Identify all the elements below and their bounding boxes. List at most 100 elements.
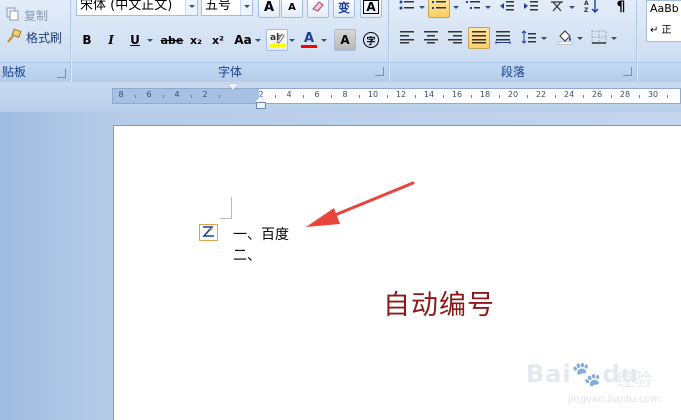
- font-color-dropdown[interactable]: [320, 29, 327, 51]
- ruler-tick: [219, 95, 220, 98]
- align-right-button[interactable]: [444, 27, 466, 49]
- multilevel-list-icon: [465, 0, 481, 16]
- ruler-tick-label: 6: [146, 90, 152, 99]
- styles-gallery-item[interactable]: AaBb ↵ 正: [646, 0, 681, 42]
- distributed-button[interactable]: [492, 27, 514, 49]
- ruler-tick-label: 16: [451, 90, 463, 99]
- ruler-tick-label: 24: [563, 90, 575, 99]
- hanging-indent-marker[interactable]: [255, 96, 266, 109]
- ruler-tick: [555, 95, 556, 98]
- distributed-icon: [495, 30, 511, 47]
- ruler-tick-label: 20: [507, 90, 519, 99]
- ruler-tick: [275, 95, 276, 98]
- multilevel-list-button[interactable]: [462, 0, 484, 18]
- highlight-dropdown[interactable]: [288, 29, 295, 51]
- ruler-tick: [639, 95, 640, 98]
- show-marks-button[interactable]: ¶: [610, 0, 632, 18]
- ruler-tick: [387, 95, 388, 98]
- bold-button[interactable]: B: [76, 29, 98, 51]
- lightning-icon: [201, 225, 216, 241]
- bullets-dropdown[interactable]: [418, 0, 425, 18]
- watermark-url: jingyan.baidu.com: [568, 394, 661, 405]
- justify-icon: [471, 30, 487, 47]
- char-shading-button[interactable]: A: [334, 29, 356, 51]
- font-color-icon: A: [301, 32, 317, 48]
- bullet-list-icon: [399, 0, 415, 16]
- chinese-layout-dropdown[interactable]: [568, 0, 575, 18]
- italic-button[interactable]: I: [100, 29, 122, 51]
- font-group-label: 字体: [72, 62, 388, 82]
- ruler-tick: [611, 95, 612, 98]
- chinese-layout-button[interactable]: [546, 0, 568, 18]
- ruler-tick: [443, 95, 444, 98]
- ruler-tick-label: 14: [423, 90, 435, 99]
- numbering-dropdown[interactable]: [452, 0, 459, 18]
- ruler-tick-label: 4: [286, 90, 292, 99]
- ruler-tick-label: 6: [314, 90, 320, 99]
- grow-font-button[interactable]: A: [258, 0, 280, 18]
- underline-button[interactable]: U: [124, 29, 146, 51]
- borders-dropdown[interactable]: [610, 27, 617, 49]
- ruler-tick-label: 28: [619, 90, 631, 99]
- sort-icon: AZ: [583, 0, 599, 17]
- numbering-button[interactable]: [428, 0, 450, 18]
- font-name-combo[interactable]: 宋体 (中文正文): [76, 0, 198, 16]
- clipboard-launcher-icon[interactable]: [57, 69, 66, 78]
- ruler-row: 8 6 4 2 2 4 6 8 10 12 14 16 18 20 22 24 26 28 30: [0, 82, 681, 112]
- ruler-tick-label: 4: [174, 90, 180, 99]
- line-spacing-dropdown[interactable]: [540, 27, 547, 49]
- align-left-icon: [399, 30, 415, 47]
- char-border-button[interactable]: A: [360, 0, 382, 18]
- decrease-indent-button[interactable]: [496, 0, 518, 18]
- paragraph-group-label: 段落: [390, 62, 636, 82]
- font-color-button[interactable]: A: [298, 29, 320, 51]
- multilevel-dropdown[interactable]: [484, 0, 491, 18]
- horizontal-ruler[interactable]: 8 6 4 2 2 4 6 8 10 12 14 16 18 20 22 24 26 28 30: [112, 88, 681, 104]
- subscript-button[interactable]: x₂: [185, 29, 207, 51]
- align-center-icon: [423, 30, 439, 47]
- ruler-tick-label: 2: [202, 90, 208, 99]
- font-size-combo[interactable]: 五号: [201, 0, 253, 16]
- line-spacing-icon: [521, 29, 537, 47]
- shading-button[interactable]: [554, 27, 576, 49]
- numbered-list-item-1[interactable]: 一、百度: [233, 224, 289, 244]
- numbered-list-item-2[interactable]: 二、: [233, 245, 261, 265]
- chinese-layout-icon: [549, 0, 565, 16]
- phonetic-guide-button[interactable]: 变: [333, 0, 355, 18]
- highlight-button[interactable]: ab: [266, 29, 288, 51]
- change-case-button[interactable]: Aa: [230, 29, 256, 51]
- align-right-icon: [447, 30, 463, 47]
- format-painter-label: 格式刷: [26, 30, 63, 45]
- shrink-font-button[interactable]: A: [281, 0, 303, 18]
- indent-icon: [523, 0, 539, 16]
- increase-indent-button[interactable]: [520, 0, 542, 18]
- copy-label: 复制: [24, 8, 49, 23]
- superscript-button[interactable]: x²: [207, 29, 229, 51]
- align-center-button[interactable]: [420, 27, 442, 49]
- shading-dropdown[interactable]: [576, 27, 583, 49]
- highlighter-icon: ab: [268, 30, 286, 51]
- underline-dropdown[interactable]: [146, 29, 153, 51]
- ribbon: 复制 格式刷 贴板 宋体 (中文正文) 五号 A A 变 A B I U abe…: [0, 0, 681, 82]
- ruler-tick-label: 8: [118, 90, 124, 99]
- format-painter-button[interactable]: 格式刷: [6, 28, 62, 46]
- numbered-list-icon: [431, 0, 447, 16]
- change-case-dropdown[interactable]: [254, 29, 261, 51]
- ruler-tick-label: 26: [591, 90, 603, 99]
- autocorrect-options-button[interactable]: [199, 224, 218, 241]
- borders-button[interactable]: [588, 27, 610, 49]
- enclose-characters-button[interactable]: 字: [360, 29, 382, 51]
- outdent-icon: [499, 0, 515, 16]
- paragraph-launcher-icon[interactable]: [623, 67, 632, 76]
- font-launcher-icon[interactable]: [375, 67, 384, 76]
- bullets-button[interactable]: [396, 0, 418, 18]
- copy-icon: [6, 7, 20, 24]
- copy-button[interactable]: 复制: [6, 6, 48, 24]
- first-line-indent-marker[interactable]: [228, 84, 238, 90]
- strikethrough-button[interactable]: abe: [159, 29, 185, 51]
- sort-button[interactable]: AZ: [580, 0, 602, 18]
- justify-button[interactable]: [468, 27, 490, 49]
- line-spacing-button[interactable]: [518, 27, 540, 49]
- clear-format-button[interactable]: [307, 0, 329, 18]
- align-left-button[interactable]: [396, 27, 418, 49]
